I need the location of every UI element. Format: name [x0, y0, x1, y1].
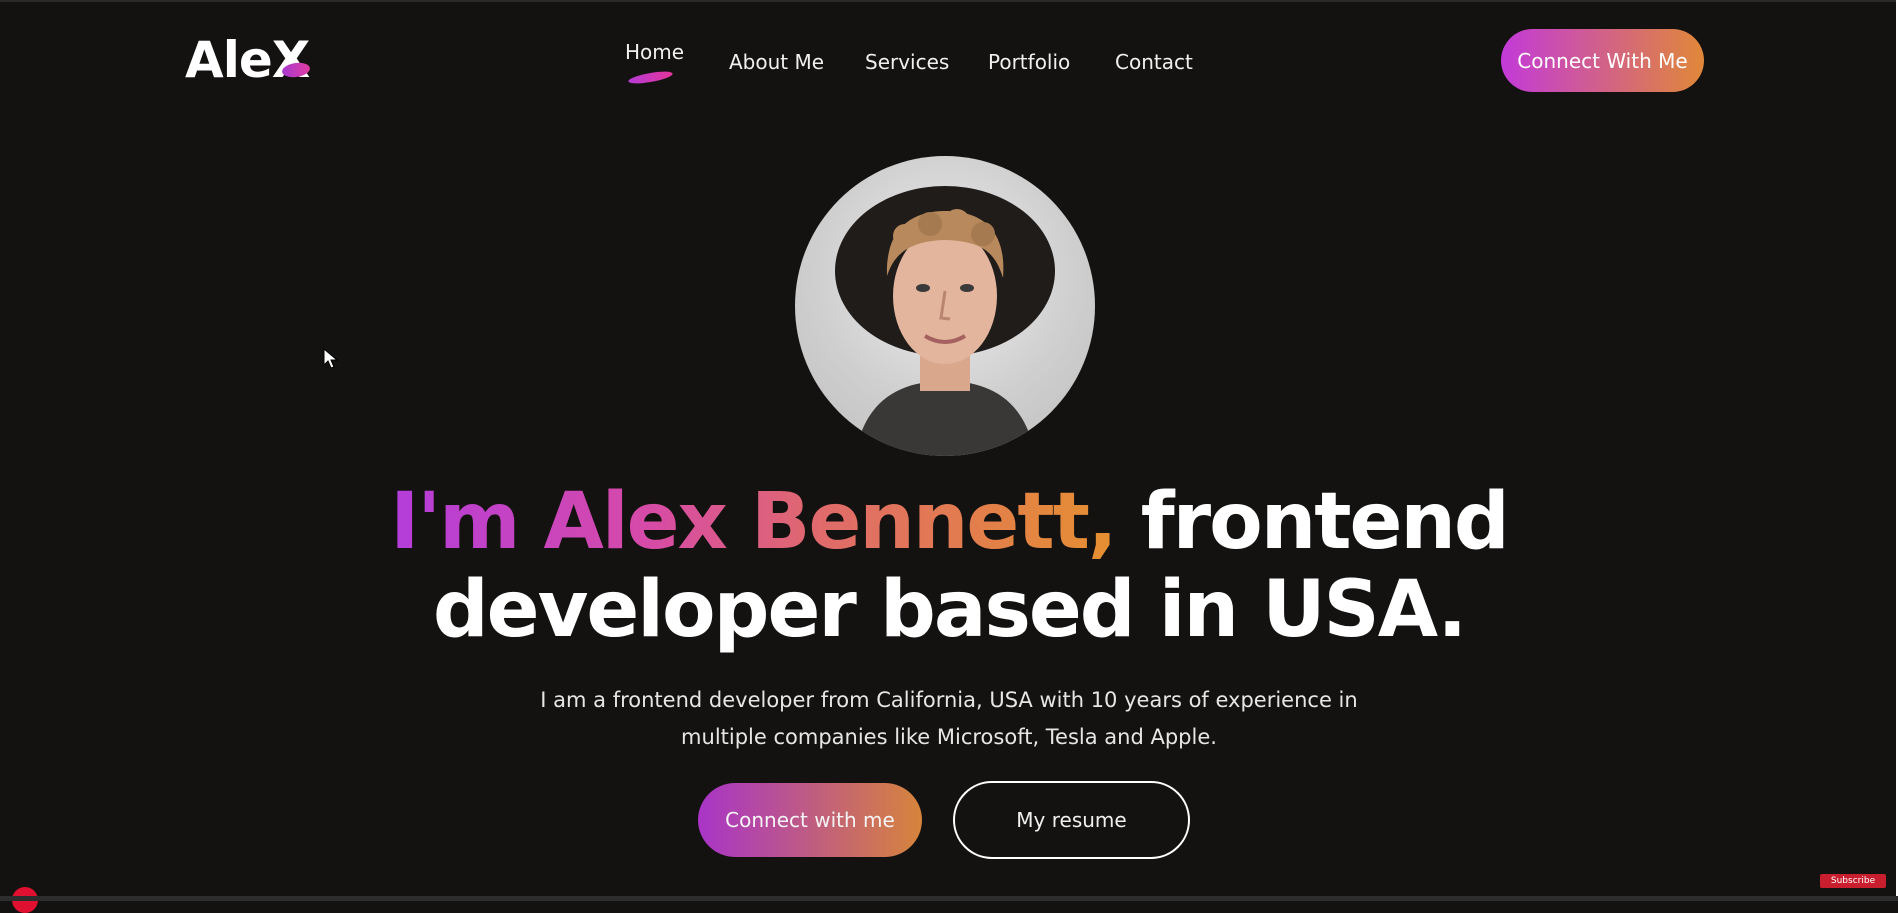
video-progress-bar[interactable] [0, 896, 1898, 901]
nav-item-services[interactable]: Services [865, 50, 949, 74]
nav-item-home[interactable]: Home [625, 40, 684, 64]
connect-with-me-hero-button[interactable]: Connect with me [698, 783, 922, 857]
nav-item-about[interactable]: About Me [729, 50, 824, 74]
window-top-border [0, 0, 1898, 2]
connect-with-me-button[interactable]: Connect With Me [1501, 29, 1704, 92]
nav-item-contact[interactable]: Contact [1115, 50, 1193, 74]
headline-line2: developer based in USA. [432, 565, 1467, 655]
subscribe-badge[interactable]: Subscribe [1820, 874, 1886, 888]
profile-photo-illustration [835, 186, 1055, 456]
headline-rest: frontend [1115, 477, 1510, 567]
hero-headline: I'm Alex Bennett, frontend developer bas… [0, 478, 1898, 654]
nav-item-portfolio[interactable]: Portfolio [988, 50, 1070, 74]
hero-description: I am a frontend developer from Californi… [540, 688, 1358, 749]
headline-name: I'm Alex Bennett, [390, 477, 1117, 567]
mouse-cursor-icon [323, 348, 339, 369]
my-resume-button[interactable]: My resume [953, 781, 1190, 859]
profile-photo [795, 156, 1095, 456]
